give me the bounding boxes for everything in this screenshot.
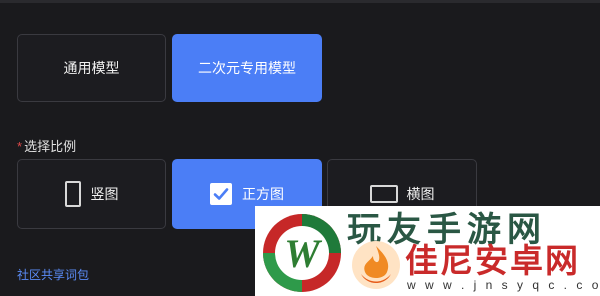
ratio-square-label: 正方图 — [242, 186, 284, 202]
check-icon — [210, 183, 232, 205]
ratio-landscape-label: 横图 — [406, 186, 435, 202]
watermark-flame-icon — [351, 240, 401, 295]
watermark-logo-letter: W — [284, 231, 322, 276]
required-mark: * — [17, 139, 23, 154]
model-general-button[interactable]: 通用模型 — [17, 34, 166, 102]
model-general-label: 通用模型 — [63, 60, 120, 76]
watermark-w-logo-icon: W — [261, 212, 343, 296]
ratio-label-text: 选择比例 — [24, 139, 77, 154]
landscape-icon — [369, 185, 398, 203]
model-anime-label: 二次元专用模型 — [198, 60, 296, 76]
ratio-label: * 选择比例 — [17, 136, 76, 155]
watermark-overlay: 玩友手游网 W 佳尼安卓网 w w w . j n s y q c . c o … — [255, 206, 600, 296]
ratio-portrait-button[interactable]: 竖图 — [17, 159, 166, 229]
watermark-title: 佳尼安卓网 — [405, 242, 580, 279]
top-border — [0, 0, 600, 3]
model-anime-button[interactable]: 二次元专用模型 — [172, 34, 322, 102]
ratio-portrait-label: 竖图 — [90, 186, 119, 202]
portrait-icon — [64, 181, 81, 207]
community-wordpack-link[interactable]: 社区共享词包 — [17, 266, 89, 283]
watermark-url: w w w . j n s y q c . c o m — [407, 278, 600, 292]
